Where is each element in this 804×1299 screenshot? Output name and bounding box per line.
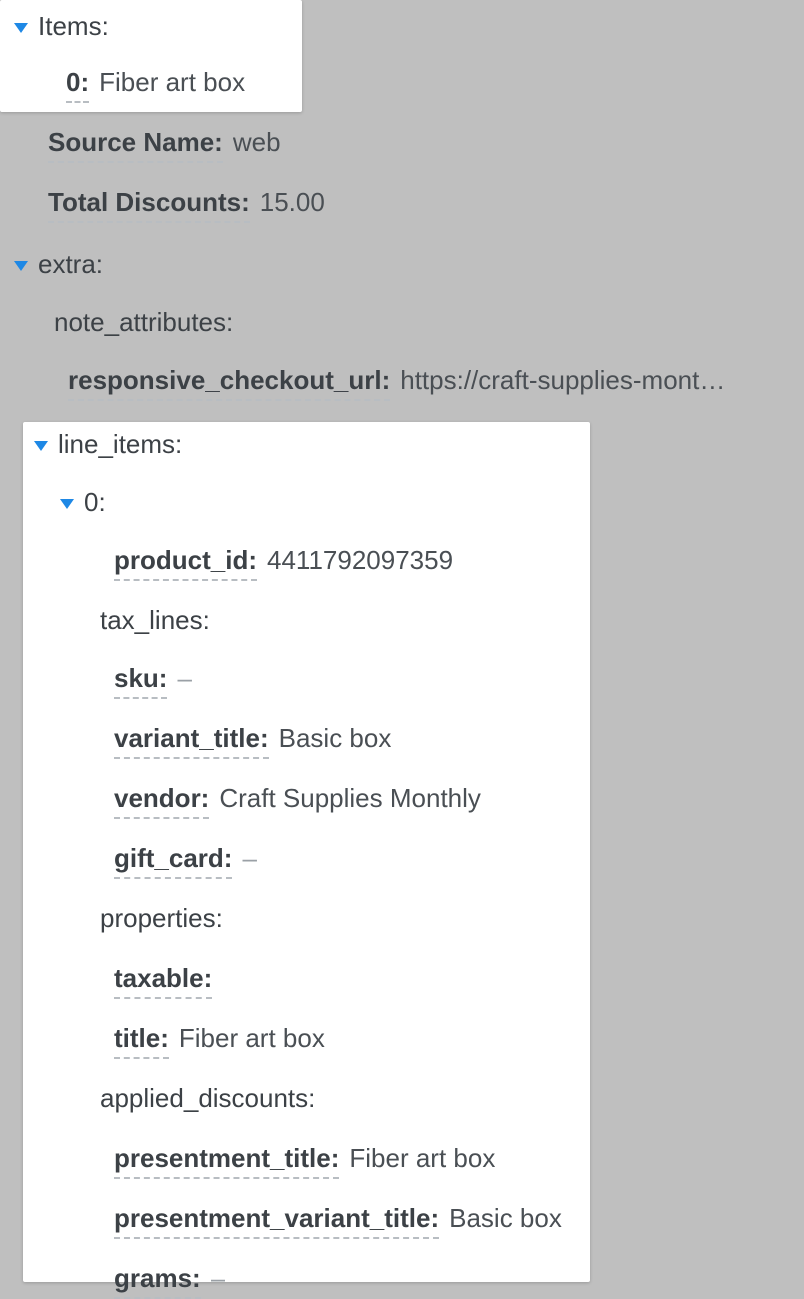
total-discounts-label[interactable]: Total Discounts: xyxy=(48,186,250,223)
presentment-variant-title-value: Basic box xyxy=(449,1202,562,1236)
grams-label[interactable]: grams: xyxy=(114,1262,201,1299)
caret-down-icon[interactable] xyxy=(14,23,28,33)
product-id-label[interactable]: product_id: xyxy=(114,544,257,581)
caret-down-icon[interactable] xyxy=(60,499,74,509)
presentment-title-value: Fiber art box xyxy=(349,1142,495,1176)
gift-card-label[interactable]: gift_card: xyxy=(114,842,232,879)
vendor-label[interactable]: vendor: xyxy=(114,782,209,819)
items-0-value: Fiber art box xyxy=(99,66,245,100)
gift-card-value: – xyxy=(242,842,256,876)
vendor-value: Craft Supplies Monthly xyxy=(219,782,481,816)
tax-lines-label[interactable]: tax_lines: xyxy=(100,604,210,638)
caret-down-icon[interactable] xyxy=(14,261,28,271)
presentment-variant-title-label[interactable]: presentment_variant_title: xyxy=(114,1202,439,1239)
product-id-value: 4411792097359 xyxy=(267,544,453,578)
source-name-label[interactable]: Source Name: xyxy=(48,126,223,163)
variant-title-label[interactable]: variant_title: xyxy=(114,722,269,759)
responsive-checkout-url-label[interactable]: responsive_checkout_url: xyxy=(68,364,390,401)
extra-label[interactable]: extra: xyxy=(38,248,103,282)
responsive-checkout-url-value: https://craft-supplies-mont… xyxy=(400,364,725,398)
line-item-0-index[interactable]: 0: xyxy=(84,486,106,520)
caret-down-icon[interactable] xyxy=(34,441,48,451)
applied-discounts-label[interactable]: applied_discounts: xyxy=(100,1082,315,1116)
total-discounts-value: 15.00 xyxy=(260,186,325,220)
title-label[interactable]: title: xyxy=(114,1022,169,1059)
items-label[interactable]: Items: xyxy=(38,10,109,44)
variant-title-value: Basic box xyxy=(279,722,392,756)
source-name-value: web xyxy=(233,126,281,160)
grams-value: – xyxy=(211,1262,225,1296)
title-value: Fiber art box xyxy=(179,1022,325,1056)
items-0-index[interactable]: 0: xyxy=(66,66,89,103)
presentment-title-label[interactable]: presentment_title: xyxy=(114,1142,339,1179)
sku-label[interactable]: sku: xyxy=(114,662,167,699)
line-items-label[interactable]: line_items: xyxy=(58,428,182,462)
note-attributes-label[interactable]: note_attributes: xyxy=(54,306,233,340)
sku-value: – xyxy=(177,662,191,696)
taxable-label[interactable]: taxable: xyxy=(114,962,212,999)
properties-label[interactable]: properties: xyxy=(100,902,223,936)
